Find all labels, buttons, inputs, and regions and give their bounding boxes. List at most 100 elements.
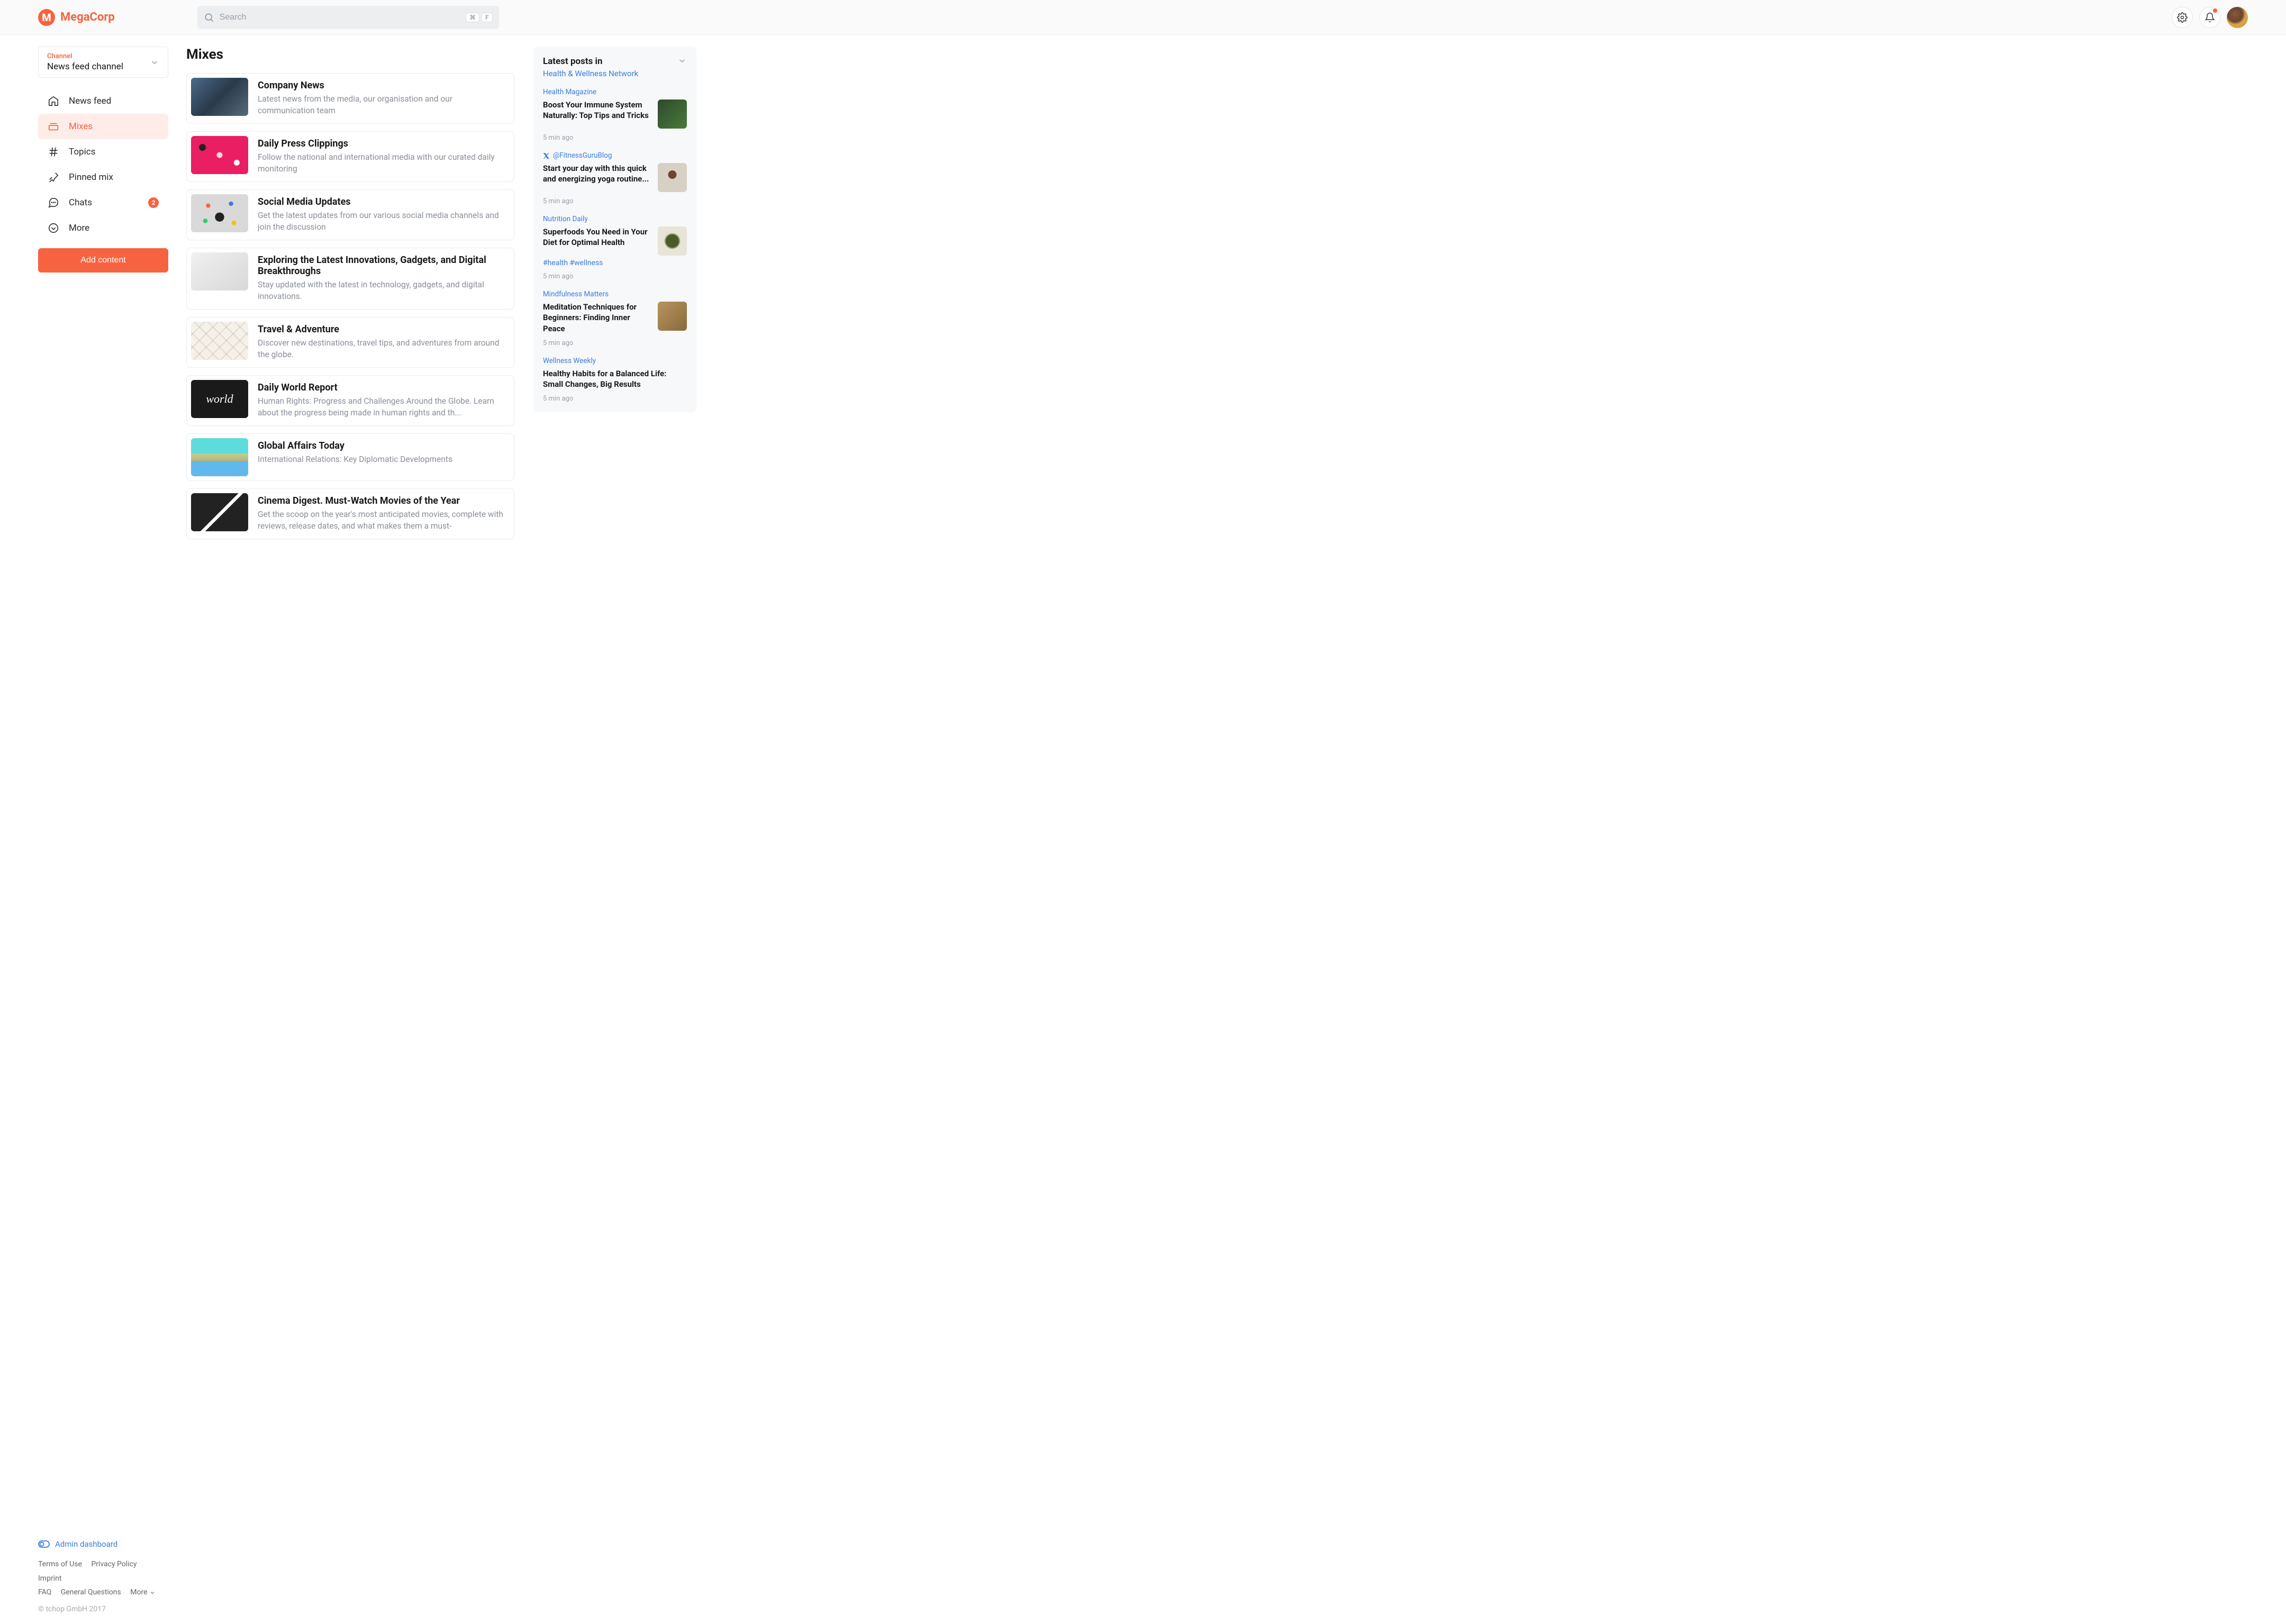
post-title: Start your day with this quick and energ… <box>543 163 652 185</box>
footer-faq[interactable]: FAQ <box>38 1588 51 1596</box>
bell-icon <box>2205 12 2215 23</box>
admin-dashboard-link[interactable]: Admin dashboard <box>38 1539 168 1549</box>
hash-icon <box>48 146 59 158</box>
footer-more[interactable]: More <box>130 1588 156 1596</box>
kbd-hints: ⌘ F <box>466 13 493 22</box>
mix-description: Follow the national and international me… <box>258 151 505 175</box>
add-content-button[interactable]: Add content <box>38 248 168 273</box>
footer-terms[interactable]: Terms of Use <box>38 1560 82 1568</box>
mix-description: Latest news from the media, our organisa… <box>258 93 505 117</box>
footer-general[interactable]: General Questions <box>61 1588 121 1596</box>
mix-description: International Relations: Key Diplomatic … <box>258 453 452 465</box>
mix-card[interactable]: Travel & Adventure Discover new destinati… <box>186 317 514 368</box>
mix-thumbnail: world <box>191 380 248 418</box>
gear-icon <box>2177 12 2188 23</box>
mix-title: Global Affairs Today <box>258 440 452 451</box>
chevron-down-icon <box>150 58 159 67</box>
channel-label: Channel <box>47 52 159 60</box>
mix-title: Travel & Adventure <box>258 324 505 335</box>
post-item[interactable]: Wellness WeeklyHealthy Habits for a Bala… <box>543 347 687 403</box>
post-thumbnail <box>658 226 687 256</box>
footer-imprint[interactable]: Imprint <box>38 1574 61 1583</box>
post-source: Health Magazine <box>543 88 687 96</box>
post-source: Nutrition Daily <box>543 215 687 223</box>
post-thumbnail <box>658 302 687 331</box>
rp-title: Latest posts in <box>543 56 638 67</box>
home-icon <box>48 95 59 107</box>
post-source: Mindfulness Matters <box>543 290 687 298</box>
mix-title: Exploring the Latest Innovations, Gadget… <box>258 255 505 277</box>
rp-network-link[interactable]: Health & Wellness Network <box>543 69 638 78</box>
post-item[interactable]: Mindfulness Matters Meditation Techniques… <box>543 280 687 347</box>
mix-description: Get the latest updates from our various … <box>258 210 505 233</box>
toggle-icon <box>38 1540 50 1548</box>
nav-label: Chats <box>69 197 92 208</box>
pin-icon <box>48 171 59 183</box>
mix-title: Daily Press Clippings <box>258 138 505 149</box>
brand-logo[interactable]: MegaCorp <box>38 9 115 26</box>
post-title: Meditation Techniques for Beginners: Fin… <box>543 302 652 334</box>
nav-pinned-mix[interactable]: Pinned mix <box>38 165 168 190</box>
app-header: MegaCorp ⌘ F <box>0 0 2286 35</box>
copyright: © tchop GmbH 2017 <box>38 1605 168 1613</box>
post-time: 5 min ago <box>543 395 687 403</box>
main-content: Mixes Company News Latest news from the m… <box>186 35 514 568</box>
post-source: Wellness Weekly <box>543 357 687 365</box>
brand-name: MegaCorp <box>60 11 115 24</box>
mix-title: Company News <box>258 80 505 91</box>
post-time: 5 min ago <box>543 134 687 142</box>
mix-card[interactable]: Global Affairs Today International Relati… <box>186 433 514 481</box>
sidebar: Channel News feed channel News feed Mixe… <box>0 35 186 1624</box>
logo-mark-icon <box>38 9 55 26</box>
mix-thumbnail <box>191 78 248 116</box>
nav-more[interactable]: More <box>38 215 168 241</box>
mix-thumbnail <box>191 136 248 174</box>
chat-icon <box>48 197 59 208</box>
post-source: @FitnessGuruBlog <box>543 151 687 160</box>
settings-button[interactable] <box>2172 7 2193 28</box>
nav-topics[interactable]: Topics <box>38 139 168 165</box>
search-input[interactable] <box>220 13 460 22</box>
notifications-button[interactable] <box>2199 7 2220 28</box>
mix-card[interactable]: Cinema Digest. Must-Watch Movies of the … <box>186 488 514 539</box>
chevron-circle-down-icon <box>48 222 59 234</box>
post-title: Superfoods You Need in Your Diet for Opt… <box>543 226 652 248</box>
search-box[interactable]: ⌘ F <box>197 6 499 29</box>
footer-links: Terms of Use Privacy Policy Imprint FAQ … <box>38 1557 168 1600</box>
nav-label: More <box>69 223 89 233</box>
post-item[interactable]: @FitnessGuruBlog Start your day with this… <box>543 142 687 205</box>
right-panel: Latest posts in Health & Wellness Networ… <box>533 47 696 412</box>
notification-dot <box>2213 8 2217 13</box>
nav-mixes[interactable]: Mixes <box>38 114 168 139</box>
mix-description: Discover new destinations, travel tips, … <box>258 337 505 361</box>
channel-name: News feed channel <box>47 61 159 72</box>
mix-thumbnail <box>191 322 248 360</box>
channel-selector[interactable]: Channel News feed channel <box>38 47 168 78</box>
mix-thumbnail <box>191 252 248 291</box>
mix-card[interactable]: world Daily World Report Human Rights: Pro… <box>186 375 514 426</box>
nav-label: Mixes <box>69 121 93 132</box>
x-icon <box>543 152 550 159</box>
post-time: 5 min ago <box>543 273 687 280</box>
mix-card[interactable]: Daily Press Clippings Follow the national… <box>186 131 514 182</box>
nav-chats[interactable]: Chats 2 <box>38 190 168 215</box>
nav-label: News feed <box>69 96 111 106</box>
nav-label: Pinned mix <box>69 172 113 183</box>
post-item[interactable]: Nutrition Daily Superfoods You Need in Yo… <box>543 205 687 280</box>
mix-description: Human Rights: Progress and Challenges Ar… <box>258 395 505 419</box>
post-thumbnail <box>658 163 687 192</box>
footer-privacy[interactable]: Privacy Policy <box>91 1560 137 1568</box>
user-avatar[interactable] <box>2227 7 2248 28</box>
post-tags[interactable]: #health #wellness <box>543 259 687 267</box>
mix-card[interactable]: Exploring the Latest Innovations, Gadget… <box>186 248 514 310</box>
nav-news-feed[interactable]: News feed <box>38 88 168 114</box>
post-time: 5 min ago <box>543 197 687 205</box>
page-title: Mixes <box>186 47 514 62</box>
post-item[interactable]: Health MagazineBoost Your Immune System … <box>543 78 687 142</box>
mixes-icon <box>48 121 59 132</box>
mix-title: Daily World Report <box>258 382 505 393</box>
mix-description: Get the scoop on the year's most anticip… <box>258 509 505 532</box>
mix-card[interactable]: Company News Latest news from the media, … <box>186 73 514 124</box>
chevron-down-icon[interactable] <box>677 56 687 66</box>
mix-card[interactable]: Social Media UpdatesGet the latest updat… <box>186 189 514 240</box>
